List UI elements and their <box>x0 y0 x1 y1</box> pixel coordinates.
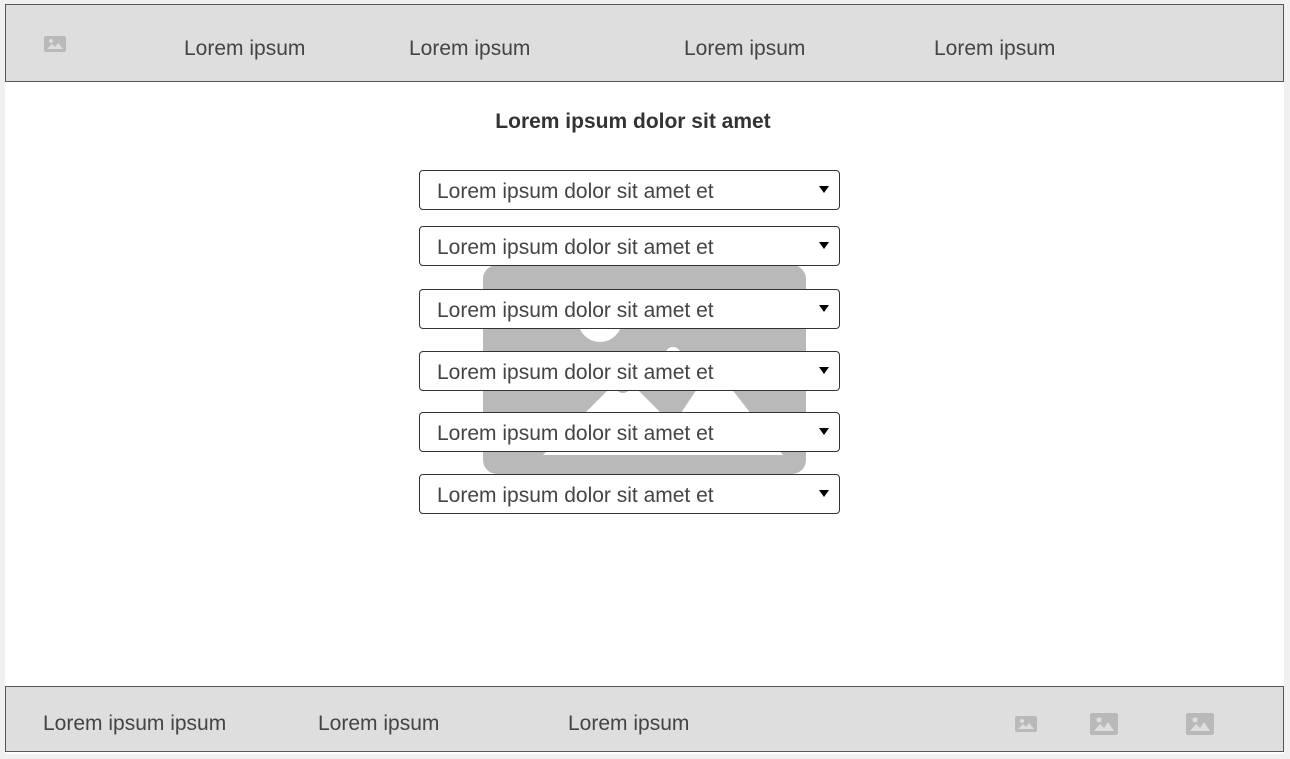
page-title: Lorem ipsum dolor sit amet <box>495 110 771 133</box>
dropdown-select-value: Lorem ipsum dolor sit amet et <box>437 299 714 322</box>
nav-link-1[interactable]: Lorem ipsum <box>184 37 305 61</box>
footer-link-1[interactable]: Lorem ipsum ipsum <box>43 712 226 736</box>
nav-link-2[interactable]: Lorem ipsum <box>409 37 530 61</box>
caret-down-icon <box>819 490 829 497</box>
nav-link-3[interactable]: Lorem ipsum <box>684 37 805 61</box>
footer-link-2[interactable]: Lorem ipsum <box>318 712 439 736</box>
dropdown-select-value: Lorem ipsum dolor sit amet et <box>437 180 714 203</box>
dropdown-select-4[interactable]: Lorem ipsum dolor sit amet et <box>419 351 840 391</box>
footer-image-icon-2[interactable] <box>1090 713 1118 735</box>
caret-down-icon <box>819 367 829 374</box>
footer-image-icon-3[interactable] <box>1186 713 1214 735</box>
dropdown-select-2[interactable]: Lorem ipsum dolor sit amet et <box>419 226 840 266</box>
dropdown-select-value: Lorem ipsum dolor sit amet et <box>437 422 714 445</box>
caret-down-icon <box>819 428 829 435</box>
dropdown-select-5[interactable]: Lorem ipsum dolor sit amet et <box>419 412 840 452</box>
nav-link-4[interactable]: Lorem ipsum <box>934 37 1055 61</box>
caret-down-icon <box>819 186 829 193</box>
caret-down-icon <box>819 305 829 312</box>
footer-bar: Lorem ipsum ipsum Lorem ipsum Lorem ipsu… <box>5 686 1284 752</box>
logo-image-icon[interactable] <box>44 36 66 52</box>
dropdown-select-6[interactable]: Lorem ipsum dolor sit amet et <box>419 474 840 514</box>
footer-image-icon-1[interactable] <box>1015 716 1037 732</box>
dropdown-select-value: Lorem ipsum dolor sit amet et <box>437 484 714 507</box>
dropdown-select-value: Lorem ipsum dolor sit amet et <box>437 361 714 384</box>
top-nav-bar: Lorem ipsum Lorem ipsum Lorem ipsum Lore… <box>5 4 1284 82</box>
caret-down-icon <box>819 242 829 249</box>
dropdown-select-1[interactable]: Lorem ipsum dolor sit amet et <box>419 170 840 210</box>
dropdown-select-3[interactable]: Lorem ipsum dolor sit amet et <box>419 289 840 329</box>
footer-link-3[interactable]: Lorem ipsum <box>568 712 689 736</box>
dropdown-select-value: Lorem ipsum dolor sit amet et <box>437 236 714 259</box>
